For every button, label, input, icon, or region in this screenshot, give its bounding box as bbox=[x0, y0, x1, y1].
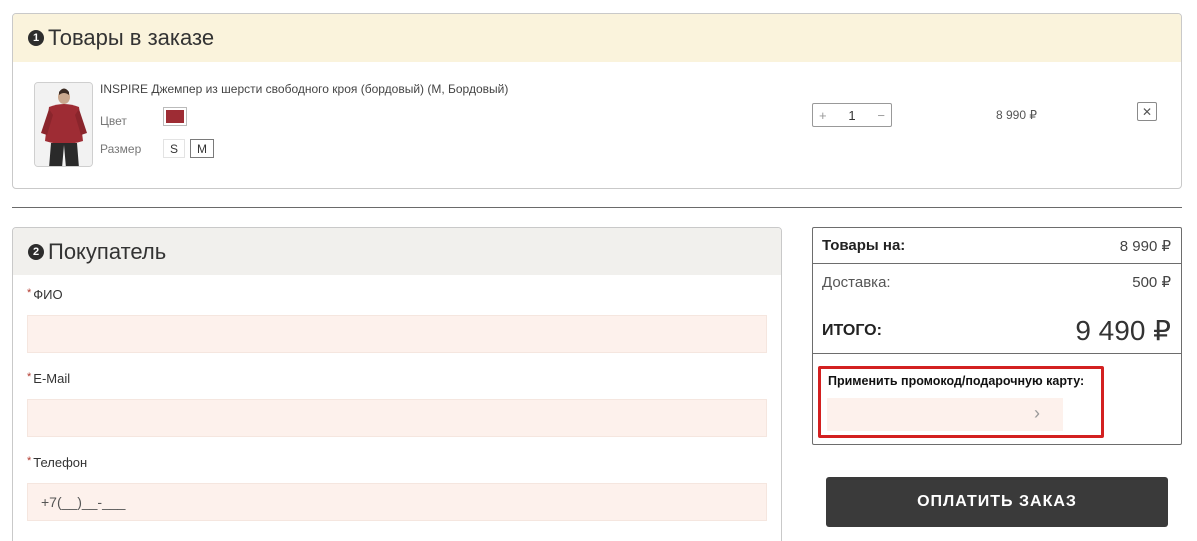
summary-items-row: Товары на: 8 990 ₽ bbox=[813, 228, 1181, 264]
phone-label: * Телефон bbox=[27, 455, 87, 470]
close-icon: ✕ bbox=[1141, 104, 1153, 119]
items-total-label: Товары на: bbox=[822, 237, 906, 254]
section-divider bbox=[12, 207, 1182, 208]
email-label-text: E-Mail bbox=[33, 371, 71, 386]
item-price: 8 990 ₽ bbox=[996, 108, 1037, 122]
required-mark: * bbox=[27, 371, 32, 383]
step-number-1: 1 bbox=[28, 30, 44, 46]
promo-highlight-box: Применить промокод/подарочную карту: › bbox=[818, 366, 1104, 438]
buyer-header: 2 Покупатель bbox=[13, 228, 781, 275]
order-items-section: 1 Товары в заказе INSPIRE Джемпер из шер… bbox=[12, 13, 1182, 189]
remove-item-button[interactable]: ✕ bbox=[1137, 102, 1157, 121]
promo-code-input[interactable] bbox=[827, 398, 1063, 431]
summary-delivery-row: Доставка: 500 ₽ bbox=[813, 264, 1181, 300]
color-swatch-burgundy[interactable] bbox=[163, 107, 187, 126]
color-label: Цвет bbox=[100, 114, 127, 128]
order-items-header: 1 Товары в заказе bbox=[13, 14, 1181, 62]
phone-label-text: Телефон bbox=[33, 455, 88, 470]
fio-label-text: ФИО bbox=[33, 287, 63, 302]
grand-total-label: ИТОГО: bbox=[822, 321, 882, 339]
fio-label: * ФИО bbox=[27, 287, 63, 302]
delivery-label: Доставка: bbox=[822, 273, 891, 291]
qty-value[interactable]: 1 bbox=[848, 108, 855, 123]
grand-total-value: 9 490 ₽ bbox=[1075, 315, 1171, 346]
required-mark: * bbox=[27, 455, 32, 467]
fio-field[interactable] bbox=[27, 315, 767, 353]
order-summary: Товары на: 8 990 ₽ Доставка: 500 ₽ ИТОГО… bbox=[812, 227, 1182, 445]
step-number-2: 2 bbox=[28, 243, 44, 260]
email-field[interactable] bbox=[27, 399, 767, 437]
email-label: * E-Mail bbox=[27, 371, 70, 386]
color-swatch-fill bbox=[166, 110, 184, 123]
chevron-right-icon[interactable]: › bbox=[1034, 403, 1040, 424]
delivery-value: 500 ₽ bbox=[1132, 274, 1171, 291]
quantity-stepper: + 1 − bbox=[812, 103, 892, 127]
summary-total-row: ИТОГО: 9 490 ₽ bbox=[813, 308, 1181, 354]
size-label: Размер bbox=[100, 142, 142, 156]
qty-plus-button[interactable]: + bbox=[819, 108, 827, 123]
promo-label: Применить промокод/подарочную карту: bbox=[828, 374, 1085, 388]
buyer-section: 2 Покупатель * ФИО * E-Mail * Телефон bbox=[12, 227, 782, 541]
buyer-title: Покупатель bbox=[48, 238, 167, 264]
phone-field[interactable] bbox=[27, 483, 767, 521]
items-total-value: 8 990 ₽ bbox=[1119, 237, 1171, 255]
size-option-s[interactable]: S bbox=[163, 139, 185, 158]
cart-item-row: INSPIRE Джемпер из шерсти свободного кро… bbox=[13, 62, 1181, 188]
order-items-title: Товары в заказе bbox=[48, 25, 215, 50]
size-option-m[interactable]: M bbox=[190, 139, 214, 158]
product-thumbnail[interactable] bbox=[34, 82, 93, 167]
pay-order-button[interactable]: ОПЛАТИТЬ ЗАКАЗ bbox=[826, 477, 1168, 527]
product-name[interactable]: INSPIRE Джемпер из шерсти свободного кро… bbox=[100, 82, 508, 96]
required-mark: * bbox=[27, 287, 32, 299]
qty-minus-button[interactable]: − bbox=[877, 108, 885, 123]
